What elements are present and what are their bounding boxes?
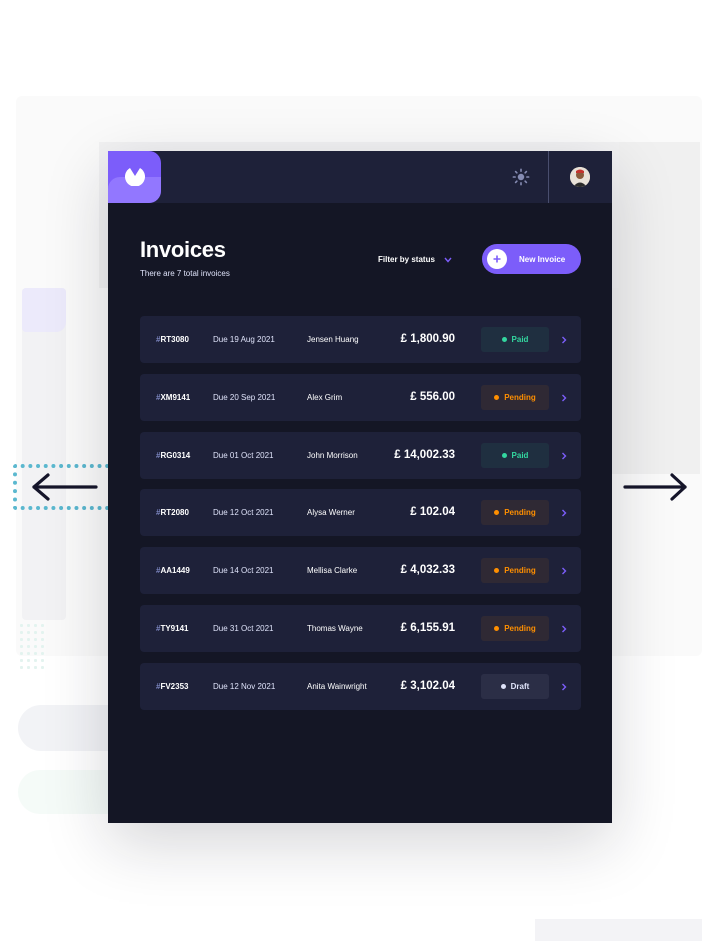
invoice-amount: £ 14,002.33 <box>394 448 455 461</box>
invoice-row[interactable]: #XM9141 Due 20 Sep 2021 Alex Grim £ 556.… <box>140 373 581 421</box>
invoice-row[interactable]: #FV2353 Due 12 Nov 2021 Anita Wainwright… <box>140 662 581 710</box>
chevron-right-icon[interactable] <box>561 336 567 344</box>
top-bar <box>108 151 612 203</box>
invoice-client-name: Alex Grim <box>307 392 343 402</box>
filter-label: Filter by status <box>378 255 435 264</box>
invoice-row[interactable]: #RT2080 Due 12 Oct 2021 Alysa Werner £ 1… <box>140 489 581 537</box>
background-premium-badge <box>535 919 702 941</box>
invoice-row[interactable]: #AA1449 Due 14 Oct 2021 Mellisa Clarke £… <box>140 547 581 595</box>
chevron-right-icon[interactable] <box>561 567 567 575</box>
invoice-amount: £ 1,800.90 <box>400 333 455 345</box>
status-dot <box>494 510 500 516</box>
chevron-right-icon[interactable] <box>561 452 567 460</box>
invoice-due-date: Due 19 Aug 2021 <box>213 335 275 344</box>
invoice-amount: £ 6,155.91 <box>400 621 455 634</box>
invoice-client-name: Thomas Wayne <box>307 623 363 633</box>
avatar[interactable] <box>570 167 590 187</box>
background-phone-logo <box>22 288 66 332</box>
status-dot <box>494 394 500 400</box>
invoice-amount: £ 4,032.33 <box>400 564 455 577</box>
invoice-due-date: Due 01 Oct 2021 <box>213 450 274 460</box>
new-invoice-label: New Invoice <box>519 254 566 264</box>
arrow-left-icon[interactable] <box>30 472 100 502</box>
avatar-image <box>570 167 590 187</box>
status-label: Paid <box>511 450 529 460</box>
invoice-amount: £ 556.00 <box>410 390 455 403</box>
invoice-due-date: Due 20 Sep 2021 <box>213 392 276 402</box>
status-badge: Paid <box>481 327 549 352</box>
invoice-client-name: Jensen Huang <box>307 335 359 344</box>
logo-icon <box>125 168 145 186</box>
background-phone-mockup <box>22 288 66 620</box>
chevron-right-icon[interactable] <box>561 509 567 517</box>
invoice-client-name: Anita Wainwright <box>307 681 367 691</box>
invoice-amount: £ 3,102.04 <box>400 679 455 692</box>
chevron-right-icon[interactable] <box>561 683 567 691</box>
status-dot <box>494 568 500 574</box>
chevron-down-icon <box>444 257 452 263</box>
chevron-right-icon[interactable] <box>561 394 567 402</box>
invoice-id: #XM9141 <box>156 392 191 402</box>
invoice-due-date: Due 31 Oct 2021 <box>213 623 274 633</box>
background-dot-grid <box>18 622 48 670</box>
invoice-row[interactable]: #TY9141 Due 31 Oct 2021 Thomas Wayne £ 6… <box>140 604 581 652</box>
sun-icon[interactable] <box>512 168 530 186</box>
status-badge: Pending <box>481 384 549 410</box>
status-badge: Draft <box>481 673 549 699</box>
invoice-id: #FV2353 <box>156 681 189 691</box>
invoice-due-date: Due 12 Nov 2021 <box>213 681 276 691</box>
background-panel-right <box>612 142 700 474</box>
status-label: Pending <box>504 566 536 576</box>
invoice-client-name: John Morrison <box>307 450 358 460</box>
invoice-due-date: Due 14 Oct 2021 <box>213 566 274 576</box>
new-invoice-button[interactable]: New Invoice <box>482 244 581 274</box>
arrow-right-icon[interactable] <box>622 472 690 502</box>
status-dot <box>501 337 507 342</box>
invoice-row[interactable]: #RT3080 Due 19 Aug 2021 Jensen Huang £ 1… <box>140 316 581 363</box>
invoice-id: #AA1449 <box>156 566 190 576</box>
invoice-amount: £ 102.04 <box>410 506 455 519</box>
status-badge: Pending <box>481 615 549 641</box>
invoice-client-name: Mellisa Clarke <box>307 566 358 576</box>
invoice-app-window: Invoices There are 7 total invoices Filt… <box>108 151 612 823</box>
invoice-due-date: Due 12 Oct 2021 <box>213 508 274 518</box>
page-title: Invoices <box>140 237 226 262</box>
status-label: Paid <box>511 335 529 344</box>
top-bar-divider <box>548 151 549 203</box>
invoice-id: #RG0314 <box>156 450 191 460</box>
status-dot <box>500 683 506 689</box>
plus-icon <box>487 249 507 269</box>
logo-button[interactable] <box>108 151 161 203</box>
status-label: Pending <box>504 623 536 633</box>
invoice-id: #TY9141 <box>156 623 189 633</box>
status-label: Draft <box>510 681 530 691</box>
status-label: Pending <box>504 392 536 402</box>
status-dot <box>494 625 500 631</box>
filter-dropdown[interactable]: Filter by status <box>378 255 452 264</box>
invoice-list: #RT3080 Due 19 Aug 2021 Jensen Huang £ 1… <box>140 316 581 721</box>
invoice-client-name: Alysa Werner <box>307 508 355 518</box>
chevron-right-icon[interactable] <box>561 625 567 633</box>
status-label: Pending <box>504 508 536 518</box>
invoice-row[interactable]: #RG0314 Due 01 Oct 2021 John Morrison £ … <box>140 431 581 479</box>
status-dot <box>501 452 507 458</box>
status-badge: Pending <box>481 558 549 584</box>
invoice-id: #RT3080 <box>156 335 189 344</box>
invoice-id: #RT2080 <box>156 508 189 518</box>
invoice-count: There are 7 total invoices <box>140 269 230 278</box>
status-badge: Pending <box>481 500 549 526</box>
status-badge: Paid <box>481 442 549 468</box>
